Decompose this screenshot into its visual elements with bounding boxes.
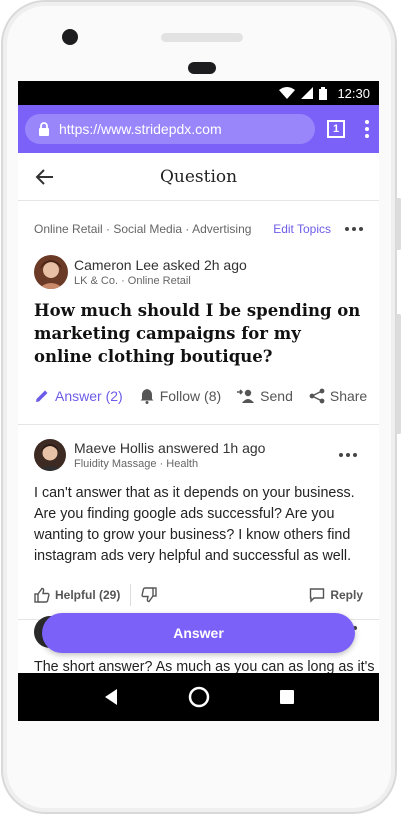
home-icon[interactable]: [188, 686, 210, 708]
not-helpful-button[interactable]: [141, 587, 158, 603]
url-text: https://www.stridepdx.com: [59, 121, 222, 137]
author-name[interactable]: Cameron Lee asked 2h ago: [74, 257, 247, 273]
url-field[interactable]: https://www.stridepdx.com: [25, 114, 315, 144]
earpiece-speaker: [161, 33, 243, 42]
send-label: Send: [260, 388, 293, 404]
more-options-icon[interactable]: [345, 227, 363, 231]
answer-card: Maeve Hollis answered 1h ago Fluidity Ma…: [18, 439, 379, 615]
answer-author-credentials: Fluidity Massage · Health: [74, 458, 199, 470]
answer-more-icon[interactable]: [339, 453, 357, 457]
helpful-label: Helpful (29): [55, 588, 121, 602]
status-bar: 12:30: [18, 81, 379, 105]
person-arrow-icon: [237, 389, 255, 403]
browser-menu-icon[interactable]: [365, 120, 369, 138]
bell-icon: [140, 389, 154, 404]
page-header: Question: [18, 153, 379, 201]
reply-label: Reply: [330, 588, 363, 602]
author-credentials: LK & Co. · Online Retail: [74, 275, 191, 287]
thumbs-down-icon: [141, 587, 158, 603]
share-button[interactable]: Share: [309, 388, 367, 404]
comment-icon: [310, 588, 325, 603]
answer-text: I can't answer that as it depends on you…: [34, 485, 355, 564]
battery-icon: [319, 86, 328, 100]
answer-action-label: Answer (2): [55, 388, 123, 404]
proximity-sensor: [188, 62, 216, 74]
lock-icon: [39, 122, 49, 136]
status-time: 12:30: [337, 85, 370, 101]
answer-author-name[interactable]: Maeve Hollis answered 1h ago: [74, 440, 339, 456]
question-author: Cameron Lee asked 2h ago LK & Co. · Onli…: [34, 255, 363, 289]
share-label: Share: [329, 388, 368, 404]
back-arrow-icon[interactable]: [35, 167, 55, 187]
front-camera: [62, 29, 78, 45]
pencil-icon: [36, 390, 48, 402]
avatar[interactable]: [34, 439, 66, 471]
answer-votes: Helpful (29) Reply: [34, 575, 363, 615]
tab-switcher-button[interactable]: 1: [327, 120, 345, 138]
question-actions: Answer (2) Follow (8) Send Share: [34, 374, 367, 418]
back-icon[interactable]: [103, 688, 119, 706]
browser-toolbar: https://www.stridepdx.com 1: [18, 105, 379, 153]
topics-row: Online Retail · Social Media · Advertisi…: [34, 201, 363, 257]
topic-list[interactable]: Online Retail · Social Media · Advertisi…: [34, 222, 273, 236]
follow-button[interactable]: Follow (8): [139, 388, 221, 404]
volume-button: [396, 314, 401, 434]
answer-action-button[interactable]: Answer (2): [34, 388, 123, 404]
avatar[interactable]: [34, 255, 68, 289]
follow-label: Follow (8): [159, 388, 222, 404]
wifi-icon: [279, 87, 296, 99]
vote-separator: [130, 584, 132, 606]
share-icon: [309, 388, 325, 404]
divider: [18, 424, 379, 425]
answer-button[interactable]: Answer: [42, 613, 355, 653]
answer-author: Maeve Hollis answered 1h ago Fluidity Ma…: [34, 439, 363, 471]
edit-topics-link[interactable]: Edit Topics: [273, 222, 331, 236]
helpful-button[interactable]: Helpful (29): [34, 587, 120, 603]
page-title: Question: [159, 166, 238, 187]
screen: 12:30 https://www.stridepdx.com 1 Questi…: [18, 81, 379, 721]
question-section: Online Retail · Social Media · Advertisi…: [18, 201, 379, 418]
reply-button[interactable]: Reply: [309, 587, 363, 603]
recents-icon[interactable]: [279, 689, 295, 705]
send-button[interactable]: Send: [237, 388, 293, 404]
power-button: [396, 198, 401, 250]
thumbs-up-icon: [34, 587, 50, 603]
signal-icon: [301, 87, 314, 99]
question-title: How much should I be spending on marketi…: [34, 301, 361, 366]
android-nav-bar: [18, 673, 379, 721]
